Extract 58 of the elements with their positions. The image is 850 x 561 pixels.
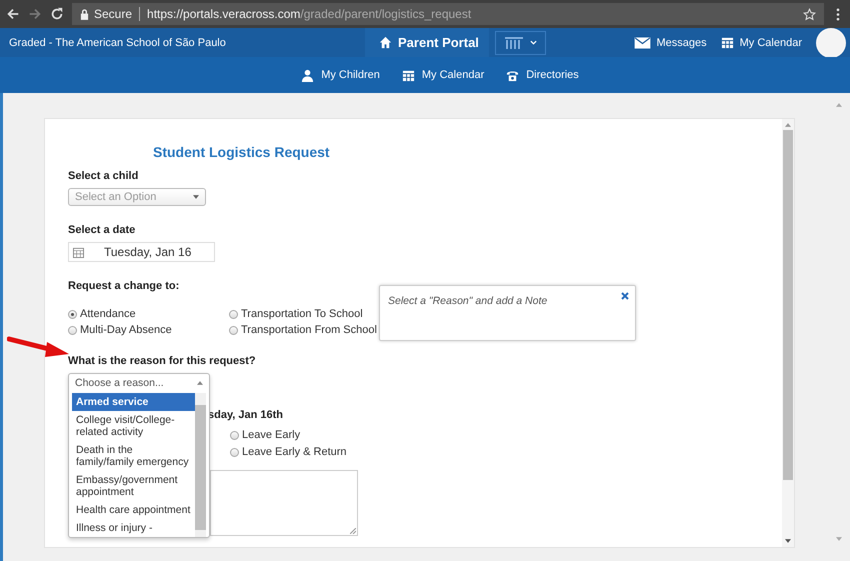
field-label: Request a change to: bbox=[68, 280, 180, 292]
reason-option[interactable]: College visit/College-related activity bbox=[72, 411, 195, 441]
reason-select[interactable]: Choose a reason... bbox=[69, 374, 209, 392]
nav-link[interactable]: Directories bbox=[506, 68, 579, 82]
reason-option[interactable]: Armed service bbox=[72, 393, 195, 411]
menu-icon[interactable] bbox=[836, 8, 840, 20]
url-host: https://portals.veracross.com bbox=[147, 7, 300, 21]
dropdown-arrow-icon bbox=[193, 195, 199, 199]
portal-tab[interactable]: Parent Portal bbox=[365, 28, 489, 57]
scroll-up-icon[interactable] bbox=[836, 103, 842, 107]
person-icon bbox=[301, 68, 314, 82]
pointer-arrow-drawing bbox=[7, 336, 71, 358]
resize-grip-icon bbox=[350, 528, 356, 534]
dropdown-arrow-icon bbox=[197, 381, 203, 385]
caret-icon bbox=[530, 40, 537, 45]
reload-icon[interactable] bbox=[50, 7, 64, 21]
nav-link[interactable]: Messages bbox=[634, 36, 707, 48]
radio-option[interactable]: Transportation From School bbox=[229, 324, 379, 336]
radio-option[interactable]: Leave Early bbox=[230, 429, 782, 441]
school-name[interactable]: Graded - The American School of São Paulo bbox=[0, 36, 365, 48]
reason-option[interactable]: Embassy/government appointment bbox=[72, 471, 195, 501]
envelope-icon bbox=[634, 36, 650, 48]
date-field[interactable]: Tuesday, Jan 16 bbox=[68, 242, 215, 262]
address-bar[interactable]: Secure https://portals.veracross.com/graded/parent/logistics_request bbox=[72, 3, 824, 25]
lock-icon bbox=[80, 8, 89, 20]
reason-option[interactable]: Health care appointment bbox=[72, 501, 195, 519]
forward-icon[interactable] bbox=[28, 7, 42, 21]
reason-option[interactable]: Death in the family/family emergency bbox=[72, 441, 195, 471]
form-title: Student Logistics Request bbox=[153, 144, 331, 160]
radio-option[interactable]: Multi-Day Absence bbox=[68, 324, 229, 336]
columns-icon bbox=[504, 36, 524, 50]
radio-option[interactable]: Attendance bbox=[68, 308, 229, 320]
field-label: Select a child bbox=[68, 170, 140, 182]
secure-label: Secure bbox=[94, 7, 132, 21]
scroll-up-icon[interactable] bbox=[785, 123, 791, 127]
field-label: Select a date bbox=[68, 224, 136, 236]
scroll-down-icon[interactable] bbox=[785, 539, 791, 543]
calendar-icon bbox=[402, 68, 415, 82]
radio-option[interactable]: Transportation To School bbox=[229, 308, 379, 320]
calendar-icon bbox=[73, 246, 84, 258]
home-icon bbox=[379, 36, 392, 49]
avatar[interactable] bbox=[816, 28, 846, 58]
phone-icon bbox=[506, 68, 520, 82]
question-label: What is the reason for this request? bbox=[68, 355, 257, 367]
list-scrollbar[interactable] bbox=[195, 393, 206, 537]
close-icon[interactable] bbox=[621, 292, 629, 300]
school-switcher[interactable] bbox=[494, 30, 546, 54]
nav-link[interactable]: My Children bbox=[301, 68, 380, 82]
url-path: /graded/parent/logistics_request bbox=[300, 7, 472, 21]
reason-option[interactable]: Illness or injury - bbox=[72, 519, 195, 537]
radio-option[interactable]: Leave Early & Return bbox=[230, 446, 782, 458]
popover-text: Select a "Reason" and add a Note bbox=[388, 295, 548, 309]
nav-link[interactable]: My Calendar bbox=[720, 36, 802, 49]
nav-link[interactable]: My Calendar bbox=[402, 68, 484, 82]
back-icon[interactable] bbox=[6, 7, 20, 21]
card-scrollbar[interactable] bbox=[782, 119, 794, 547]
calendar-icon bbox=[720, 36, 734, 49]
star-icon[interactable] bbox=[803, 8, 816, 20]
